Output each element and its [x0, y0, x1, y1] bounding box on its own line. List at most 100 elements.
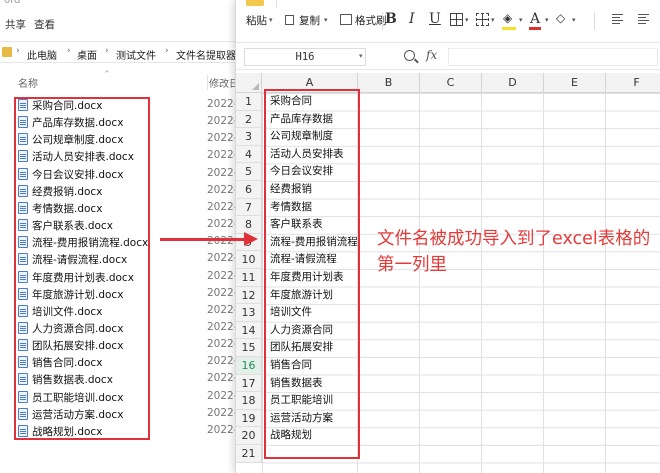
- file-modified-date: 2022-: [207, 406, 238, 419]
- select-all-corner[interactable]: [236, 73, 262, 93]
- row-header-16[interactable]: 16: [236, 357, 262, 375]
- sort-up-icon: ^: [104, 70, 110, 78]
- breadcrumb-test-files[interactable]: 测试文件: [116, 47, 156, 62]
- file-modified-date: 2022-: [207, 269, 238, 282]
- format-painter-icon: [340, 14, 352, 25]
- row-header-3[interactable]: 3: [236, 128, 262, 146]
- column-header-b[interactable]: B: [358, 73, 420, 93]
- column-header-d[interactable]: D: [482, 73, 544, 93]
- row-header-7[interactable]: 7: [236, 198, 262, 217]
- file-modified-date: 2022-: [207, 149, 238, 162]
- column-header-c[interactable]: C: [420, 73, 482, 93]
- chevron-down-icon[interactable]: ▾: [269, 16, 273, 24]
- paste-button[interactable]: 粘贴: [246, 13, 267, 28]
- window-title-fragment: ord: [4, 0, 21, 6]
- align-center-icon[interactable]: [638, 14, 649, 25]
- row-header-2[interactable]: 2: [236, 110, 262, 129]
- row-header-13[interactable]: 13: [236, 304, 262, 322]
- file-modified-date: 2022-: [207, 423, 238, 436]
- copy-icon: [285, 15, 294, 25]
- ribbon-tab-share[interactable]: 共享: [5, 17, 26, 32]
- search-icon[interactable]: [404, 50, 415, 61]
- chevron-down-icon[interactable]: ▾: [359, 52, 363, 60]
- formula-bar: H16 ▾ fx: [236, 42, 660, 70]
- breadcrumb-this-pc[interactable]: 此电脑: [27, 47, 57, 62]
- gridline: [605, 93, 606, 473]
- file-modified-date: 2022-: [207, 303, 238, 316]
- gridline: [481, 93, 482, 473]
- chevron-down-icon[interactable]: ▾: [545, 16, 549, 24]
- cell-style-icon[interactable]: [476, 13, 489, 26]
- chevron-right-icon: ›: [165, 46, 169, 56]
- file-modified-date: 2022-: [207, 183, 238, 196]
- folder-icon: [2, 47, 12, 57]
- annotation-text: 文件名被成功导入到了excel表格的第一列里: [377, 229, 651, 275]
- file-modified-date: 2022-: [207, 200, 238, 213]
- formula-input[interactable]: [448, 48, 658, 66]
- italic-button[interactable]: I: [409, 11, 415, 27]
- clear-format-icon[interactable]: ◇: [556, 11, 565, 25]
- insert-function-button[interactable]: fx: [426, 48, 437, 62]
- file-modified-date: 2022-: [207, 115, 238, 128]
- row-header-17[interactable]: 17: [236, 374, 262, 393]
- chevron-down-icon[interactable]: ▾: [572, 16, 576, 24]
- copy-button[interactable]: 复制: [299, 13, 320, 28]
- row-header-1[interactable]: 1: [236, 93, 262, 111]
- fill-color-swatch: [502, 27, 516, 30]
- row-header-19[interactable]: 19: [236, 409, 262, 428]
- annotation-arrow: [160, 238, 246, 241]
- file-modified-date: 2022-: [207, 320, 238, 333]
- breadcrumb-filename-extractor[interactable]: 文件名提取器: [176, 47, 236, 62]
- breadcrumb-desktop[interactable]: 桌面: [77, 47, 97, 62]
- ribbon-tab-view[interactable]: 查看: [34, 17, 55, 32]
- column-header-f[interactable]: F: [606, 73, 660, 93]
- align-left-icon[interactable]: [612, 14, 623, 25]
- file-modified-date: 2022-: [207, 132, 238, 145]
- gridline: [543, 93, 544, 473]
- annotation-arrow-head: [244, 232, 258, 246]
- divider: [594, 12, 595, 30]
- column-header-name[interactable]: 名称: [18, 75, 38, 90]
- row-header-11[interactable]: 11: [236, 269, 262, 287]
- file-explorer-window: ord 共享 查看 › 此电脑 › 桌面 › 测试文件 › 文件名提取器 ^ 名…: [0, 0, 240, 473]
- row-header-10[interactable]: 10: [236, 251, 262, 269]
- file-modified-date: 2022-: [207, 286, 238, 299]
- address-bar[interactable]: › 此电脑 › 桌面 › 测试文件 › 文件名提取器: [0, 41, 240, 63]
- highlight-box-files: [14, 97, 150, 440]
- row-header-18[interactable]: 18: [236, 392, 262, 410]
- chevron-down-icon[interactable]: ▾: [324, 16, 328, 24]
- chevron-right-icon: ›: [16, 46, 20, 56]
- gridline: [419, 93, 420, 473]
- explorer-titlebar: ord: [0, 0, 240, 8]
- file-modified-date: 2022-: [207, 338, 238, 351]
- row-header-14[interactable]: 14: [236, 321, 262, 340]
- font-color-button[interactable]: A: [530, 11, 540, 27]
- paste-icon: [246, 0, 264, 6]
- bold-button[interactable]: B: [385, 11, 397, 27]
- borders-icon[interactable]: [450, 13, 463, 26]
- font-color-swatch: [529, 27, 541, 30]
- file-list-header: ^ 名称 修改日: [0, 70, 240, 92]
- row-header-20[interactable]: 20: [236, 427, 262, 445]
- row-header-15[interactable]: 15: [236, 339, 262, 357]
- file-modified-date: 2022-: [207, 166, 238, 179]
- name-box[interactable]: H16: [244, 48, 366, 66]
- chevron-down-icon[interactable]: ▾: [465, 16, 469, 24]
- file-modified-date: 2022-: [207, 218, 238, 231]
- chevron-down-icon[interactable]: ▾: [519, 16, 523, 24]
- row-header-21[interactable]: 21: [236, 445, 262, 463]
- file-modified-date: 2022-: [207, 389, 238, 402]
- file-modified-date: 2022-: [207, 355, 238, 368]
- file-modified-date: 2022-: [207, 98, 238, 110]
- fill-color-icon[interactable]: ◈: [503, 11, 512, 25]
- underline-button[interactable]: U: [429, 11, 441, 27]
- column-header-e[interactable]: E: [544, 73, 606, 93]
- chevron-down-icon[interactable]: ▾: [491, 16, 495, 24]
- row-header-5[interactable]: 5: [236, 163, 262, 181]
- divider: [276, 0, 277, 8]
- row-header-6[interactable]: 6: [236, 181, 262, 199]
- row-header-12[interactable]: 12: [236, 286, 262, 305]
- row-header-4[interactable]: 4: [236, 145, 262, 164]
- chevron-right-icon: ›: [105, 46, 109, 56]
- file-modified-date: 2022-: [207, 252, 238, 265]
